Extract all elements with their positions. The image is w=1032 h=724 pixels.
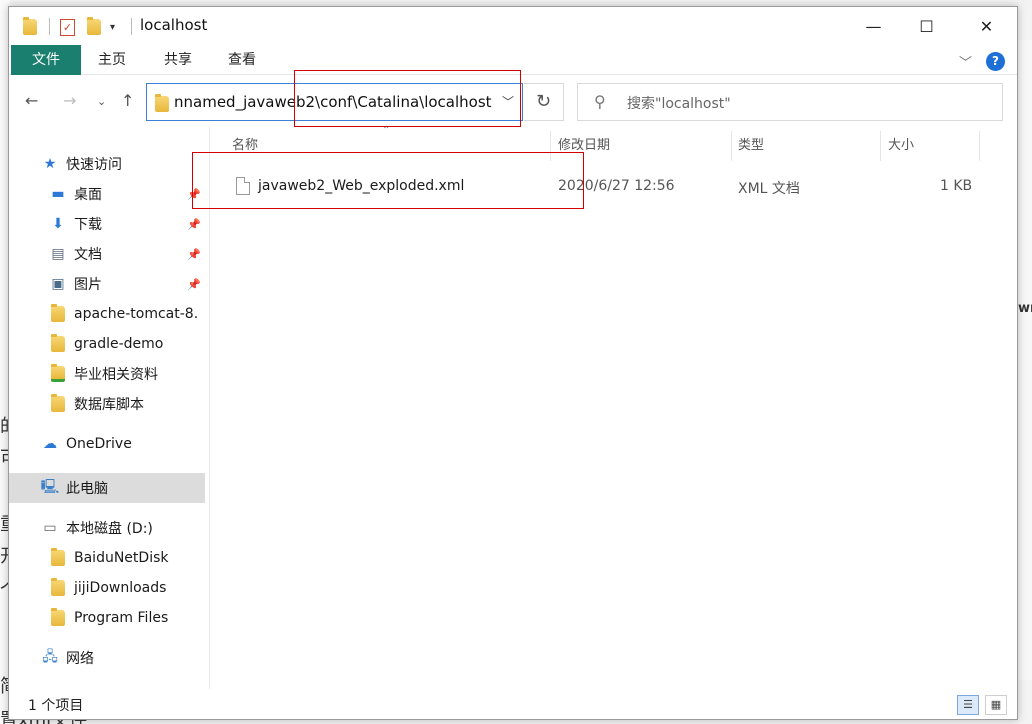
status-bar: 1 个项目 ☰ ▦ xyxy=(9,689,1017,719)
file-type: XML 文档 xyxy=(738,181,800,197)
minimize-button[interactable]: — xyxy=(847,7,900,45)
documents-icon: ▤ xyxy=(51,246,65,262)
sidebar-item-graduation-materials[interactable]: 毕业相关资料 xyxy=(49,359,205,389)
sidebar-item-program-files[interactable]: Program Files xyxy=(49,603,205,633)
drive-icon: ▭ xyxy=(43,520,57,536)
folder-icon xyxy=(49,548,67,566)
column-header-date[interactable]: 修改日期 xyxy=(558,133,610,159)
network-icon: 🖧 xyxy=(42,649,58,665)
quick-access-dropdown-icon[interactable]: ▾ xyxy=(110,17,115,37)
sidebar-item-apache-tomcat[interactable]: apache-tomcat-8. xyxy=(49,299,209,329)
sidebar-item-onedrive[interactable]: ☁ OneDrive xyxy=(41,429,237,459)
forward-arrow-icon[interactable]: → xyxy=(63,91,76,110)
file-name: javaweb2_Web_exploded.xml xyxy=(258,178,465,194)
sort-ascending-icon: ⌃ xyxy=(382,125,391,136)
sidebar-item-local-disk-d[interactable]: ▭ 本地磁盘 (D:) xyxy=(41,513,237,543)
column-header-size[interactable]: 大小 xyxy=(888,133,914,159)
ribbon-tabs: 文件 主页 共享 查看 ﹀ ? xyxy=(9,45,1017,75)
large-icons-view-icon[interactable]: ▦ xyxy=(985,695,1007,715)
column-separator[interactable] xyxy=(550,131,551,161)
title-separator xyxy=(131,18,132,35)
sidebar-item-downloads[interactable]: ⬇ 下载 📌 xyxy=(49,209,205,239)
address-bar[interactable]: nnamed_javaweb2\conf\Catalina\localhost … xyxy=(146,83,523,121)
back-arrow-icon[interactable]: ← xyxy=(25,91,38,110)
download-icon: ⬇ xyxy=(52,216,64,232)
sidebar-item-desktop[interactable]: ▬ 桌面 📌 xyxy=(49,179,205,209)
folder-icon xyxy=(49,578,67,596)
address-path[interactable]: nnamed_javaweb2\conf\Catalina\localhost xyxy=(174,93,492,111)
pictures-icon: ▣ xyxy=(51,276,65,292)
recent-locations-chevron-icon[interactable]: ⌄ xyxy=(97,95,106,108)
address-row: ← → ⌄ ↑ nnamed_javaweb2\conf\Catalina\lo… xyxy=(9,77,1017,127)
tab-share[interactable]: 共享 xyxy=(155,45,201,75)
search-icon: ⚲ xyxy=(594,92,606,111)
column-separator[interactable] xyxy=(880,131,881,161)
title-bar: ✓ ▾ localhost — ☐ ✕ xyxy=(9,7,1017,45)
file-list: 名称 ⌃ 修改日期 类型 大小 javaweb2_Web_exploded.xm… xyxy=(210,125,1017,689)
item-count: 1 个项目 xyxy=(28,698,84,714)
address-dropdown-chevron-icon[interactable]: ﹀ xyxy=(502,93,514,110)
cloud-icon: ☁ xyxy=(43,436,57,452)
search-placeholder: 搜索"localhost" xyxy=(627,96,731,112)
sidebar-item-network[interactable]: 🖧 网络 xyxy=(41,643,237,673)
title-separator xyxy=(49,18,50,35)
tab-view[interactable]: 查看 xyxy=(219,45,265,75)
sidebar-item-quick-access[interactable]: ★ 快速访问 xyxy=(41,149,237,179)
search-input[interactable]: ⚲ 搜索"localhost" xyxy=(577,83,1003,121)
table-row[interactable]: javaweb2_Web_exploded.xml 2020/6/27 12:5… xyxy=(210,173,1000,203)
tab-home[interactable]: 主页 xyxy=(89,45,135,75)
tab-file[interactable]: 文件 xyxy=(11,45,81,75)
title-folder-icon xyxy=(23,17,37,37)
folder-icon xyxy=(49,304,67,322)
folder-icon xyxy=(49,394,67,412)
up-arrow-icon[interactable]: ↑ xyxy=(121,91,134,110)
pin-icon[interactable]: 📌 xyxy=(187,278,201,291)
folder-icon xyxy=(49,334,67,352)
expand-ribbon-chevron-icon[interactable]: ﹀ xyxy=(959,52,972,71)
sidebar-item-baidunetdisk[interactable]: BaiduNetDisk xyxy=(49,543,205,573)
file-explorer-window: ✓ ▾ localhost — ☐ ✕ 文件 主页 共享 查看 ﹀ ? ← → … xyxy=(8,6,1018,720)
xml-file-icon xyxy=(236,177,250,195)
computer-icon: 🖳 xyxy=(40,479,60,495)
pin-icon[interactable]: 📌 xyxy=(187,218,201,231)
sidebar-item-documents[interactable]: ▤ 文档 📌 xyxy=(49,239,205,269)
navigation-pane: ★ 快速访问 ▬ 桌面 📌 ⬇ 下载 📌 ▤ 文档 📌 ▣ 图片 📌 apach… xyxy=(9,127,209,689)
window-title: localhost xyxy=(140,16,208,34)
file-date: 2020/6/27 12:56 xyxy=(558,178,675,194)
file-size: 1 KB xyxy=(940,178,973,194)
folder-synced-icon xyxy=(49,364,67,382)
column-separator[interactable] xyxy=(731,131,732,161)
sidebar-item-gradle-demo[interactable]: gradle-demo xyxy=(49,329,205,359)
refresh-icon[interactable]: ↻ xyxy=(524,83,564,121)
close-button[interactable]: ✕ xyxy=(960,7,1013,45)
maximize-button[interactable]: ☐ xyxy=(900,7,953,45)
help-icon[interactable]: ? xyxy=(986,52,1005,71)
star-icon: ★ xyxy=(43,156,57,172)
sidebar-item-pictures[interactable]: ▣ 图片 📌 xyxy=(49,269,205,299)
column-header-name[interactable]: 名称 xyxy=(232,133,258,159)
pin-icon[interactable]: 📌 xyxy=(187,248,201,261)
pin-icon[interactable]: 📌 xyxy=(187,188,201,201)
background-right-text: wr xyxy=(1018,301,1032,316)
sidebar-item-database-scripts[interactable]: 数据库脚本 xyxy=(49,389,205,419)
sidebar-item-jijidownloads[interactable]: jijiDownloads xyxy=(49,573,205,603)
details-view-icon[interactable]: ☰ xyxy=(957,695,979,715)
column-separator[interactable] xyxy=(979,131,980,161)
column-header-type[interactable]: 类型 xyxy=(738,133,764,159)
address-folder-icon xyxy=(155,94,169,112)
properties-check-icon[interactable]: ✓ xyxy=(60,17,75,37)
sidebar-item-this-pc[interactable]: 🖳 此电脑 xyxy=(9,473,205,503)
background-right-strip xyxy=(1018,40,1032,680)
desktop-icon: ▬ xyxy=(51,186,65,202)
new-folder-icon[interactable] xyxy=(87,17,101,37)
folder-icon xyxy=(49,608,67,626)
